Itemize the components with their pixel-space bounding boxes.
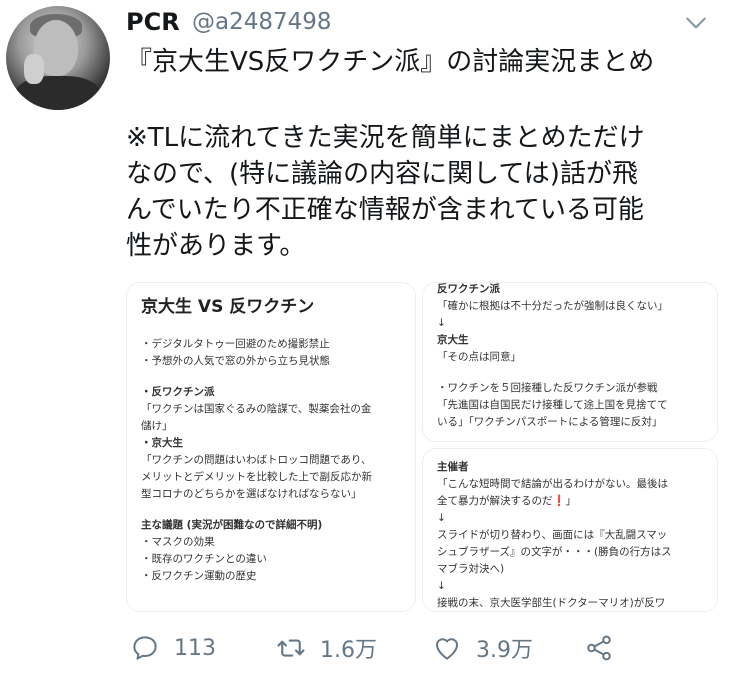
media-text-line: 「こんな短時間で結論が出るわけがない。最後は [437,478,668,490]
media-image-right-bottom[interactable]: 主催者「こんな短時間で結論が出るわけがない。最後は 全て暴力が解決するのだ❗」 ↓ ス… [422,448,718,612]
display-name[interactable]: PCR [126,8,180,36]
media-left-text: ・デジタルタトゥー回避のため撮影禁止 ・予想外の人気で窓の外から立ち見状態 ・反ワク… [141,336,405,585]
media-text-line: ・マスクの効果 [141,536,215,548]
retweet-button[interactable]: 1.6万 [276,628,377,668]
tweet-line-gap [126,80,726,120]
tweet-line: ※TLに流れてきた実況を簡単にまとめただけ [126,123,645,153]
media-text-line: ↓ [437,512,446,524]
media-image-right-top[interactable]: 反ワクチン派「確かに根拠は不十分だったが強制は良くない」 ↓ 京大生「その点は同意」… [422,282,718,442]
media-text-line: ・既存のワクチンとの違い [141,553,267,565]
media-text-line: 「先進国は自国民だけ接種して途上国を見捨てて [437,399,668,411]
retweet-count: 1.6万 [320,638,377,663]
media-text-line: 接戦の末、京大医学部生(ドクターマリオ)が反ワ [437,597,666,609]
tweet-line: 『京大生VS反ワクチン派』の討論実況まとめ [126,47,655,77]
media-text-line: 「確かに根拠は不十分だったが強制は良くない」 [437,300,668,312]
media-text-line: ・京大生 [141,437,183,449]
tweet-actions: 113 1.6万 3.9万 [126,628,726,668]
media-text-line: 全て暴力が解決するのだ❗」 [437,495,577,507]
retweet-icon [277,639,305,657]
media-text-line: ・予想外の人気で窓の外から立ち見状態 [141,355,330,367]
media-text-line: 反ワクチン派 [437,283,500,295]
share-icon [587,635,611,661]
heart-icon [436,638,458,660]
tweet-header: PCR @a2487498 [126,8,739,42]
tweet-line: なので、(特に議論の内容に関しては)話が飛 [126,159,638,189]
user-handle[interactable]: @a2487498 [192,9,332,35]
media-text-line: 儲け」 [141,420,173,432]
media-text-line: スライドが切り替わり、画面には『大乱闘スマッ [437,529,668,541]
media-image-left[interactable]: 京大生 VS 反ワクチン ・デジタルタトゥー回避のため撮影禁止 ・予想外の人気で窓… [126,282,416,612]
reply-count: 113 [174,635,216,661]
share-button[interactable] [584,628,614,668]
media-text-line: 主催者 [437,461,469,473]
like-button[interactable]: 3.9万 [432,628,533,668]
chevron-down-icon[interactable] [683,10,709,36]
reply-icon [133,636,157,660]
media-text-line: 主な議題 (実況が困難なので詳細不明) [141,519,323,531]
tweet-media[interactable]: 京大生 VS 反ワクチン ・デジタルタトゥー回避のため撮影禁止 ・予想外の人気で窓… [126,282,718,612]
media-spacer [141,370,405,384]
media-text-line: ↓ [437,580,446,592]
media-text-line: 「ワクチンの問題はいわばトロッコ問題であり、 [141,454,372,466]
avatar-hand [24,54,44,84]
tweet-line: 性があります。 [126,231,306,261]
media-text-line: シュブラザーズ』の文字が・・・(勝負の行方はス [437,546,672,558]
tweet-text: 『京大生VS反ワクチン派』の討論実況まとめ ※TLに流れてきた実況を簡単にまとめ… [126,44,726,264]
media-text-line: 「ワクチンは国家ぐるみの陰謀で、製薬会社の金 [141,403,372,415]
media-text-line: 型コロナのどちらかを選ばなければならない」 [141,488,362,500]
media-text-line: ・反ワクチン派 [141,386,215,398]
media-text-line: 「その点は同意」 [437,351,521,363]
media-right-bottom-text: 主催者「こんな短時間で結論が出るわけがない。最後は 全て暴力が解決するのだ❗」 ↓ ス… [437,459,707,611]
like-count: 3.9万 [476,638,533,663]
media-text-line: ↓ [437,317,446,329]
media-text-line: 京大生 [437,334,469,346]
media-text-line: マブラ対決へ) [437,563,505,575]
reply-button[interactable]: 113 [130,628,216,668]
media-right-top-text: 反ワクチン派「確かに根拠は不十分だったが強制は良くない」 ↓ 京大生「その点は同意」… [437,283,707,431]
tweet-line: んでいたり不正確な情報が含まれている可能 [126,195,644,225]
media-text-line: いる」「ワクチンパスポートによる管理に反対」 [437,416,663,428]
media-title: 京大生 VS 反ワクチン [141,297,315,317]
media-text-line: メリットとデメリットを比較した上で副反応か新 [141,471,372,483]
media-spacer [437,366,707,380]
media-text-line: ・デジタルタトゥー回避のため撮影禁止 [141,338,330,350]
media-text-line: ・反ワクチン運動の歴史 [141,570,257,582]
media-spacer [141,503,405,517]
media-text-line: ・ワクチンを５回接種した反ワクチン派が参戦 [437,382,658,394]
avatar[interactable] [6,6,110,110]
